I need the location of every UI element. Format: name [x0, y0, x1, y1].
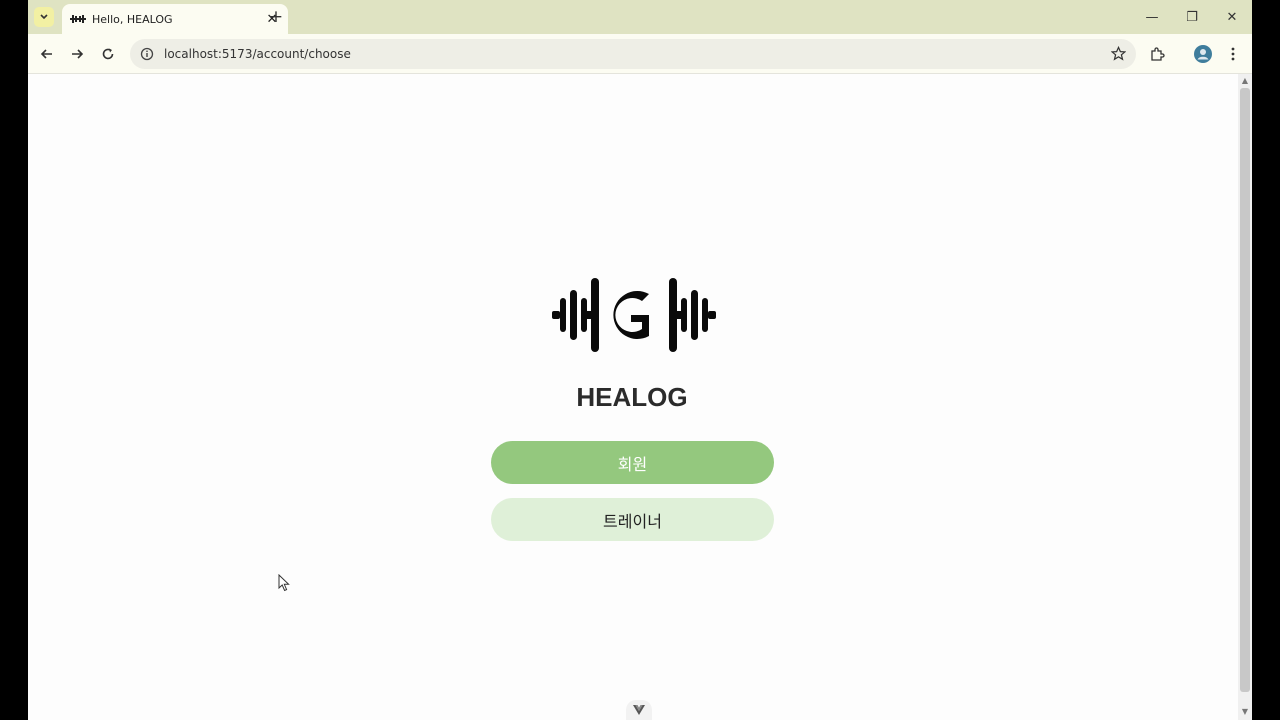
- bookmark-star-icon[interactable]: [1110, 45, 1127, 65]
- new-tab-button[interactable]: +: [266, 7, 286, 27]
- vue-devtools-toggle[interactable]: [626, 700, 652, 720]
- scrollbar-thumb[interactable]: [1240, 88, 1250, 692]
- profile-icon: [1194, 45, 1212, 63]
- mouse-cursor-icon: [278, 574, 290, 592]
- browser-menu-button[interactable]: [1222, 43, 1244, 65]
- restore-button[interactable]: ❐: [1179, 7, 1205, 27]
- minimize-button[interactable]: —: [1139, 7, 1165, 27]
- tab-title: Hello, HEALOG: [92, 12, 173, 26]
- forward-icon: [72, 49, 84, 59]
- extensions-icon: [1151, 47, 1165, 61]
- reload-button[interactable]: [97, 43, 119, 65]
- reload-icon: [102, 48, 114, 60]
- scroll-down-arrow-icon[interactable]: ▼: [1241, 708, 1249, 716]
- chevron-down-icon: [40, 14, 48, 20]
- menu-icon: [1231, 47, 1235, 61]
- barbell-favicon-icon: [70, 14, 86, 24]
- back-icon: [40, 49, 52, 59]
- window-close-button[interactable]: ✕: [1219, 7, 1245, 27]
- browser-window: Hello, HEALOG ✕ + — ❐ ✕ localhost:5173/a…: [28, 0, 1252, 720]
- vue-logo-icon: [633, 705, 645, 715]
- url-text: localhost:5173/account/choose: [164, 47, 351, 61]
- scroll-up-arrow-icon[interactable]: ▲: [1241, 77, 1249, 85]
- info-icon: [140, 47, 154, 61]
- tab-search-button[interactable]: [34, 7, 54, 27]
- tab-strip: Hello, HEALOG ✕ + — ❐ ✕: [28, 0, 1252, 34]
- brand-title: HEALOG: [576, 382, 688, 412]
- browser-toolbar: localhost:5173/account/choose: [28, 34, 1252, 74]
- trainer-button[interactable]: 트레이너: [491, 498, 774, 541]
- profile-button[interactable]: [1192, 43, 1214, 65]
- member-button[interactable]: 회원: [491, 441, 774, 484]
- back-button[interactable]: [36, 43, 58, 65]
- barbell-g-logo: [552, 278, 716, 352]
- tab-hello-healog[interactable]: Hello, HEALOG ✕: [62, 4, 288, 34]
- address-bar[interactable]: localhost:5173/account/choose: [130, 39, 1136, 69]
- page-content: HEALOG 회원 트레이너: [28, 74, 1238, 720]
- forward-button[interactable]: [66, 43, 88, 65]
- extensions-button[interactable]: [1146, 43, 1168, 65]
- page-scrollbar[interactable]: ▲ ▼: [1238, 74, 1252, 720]
